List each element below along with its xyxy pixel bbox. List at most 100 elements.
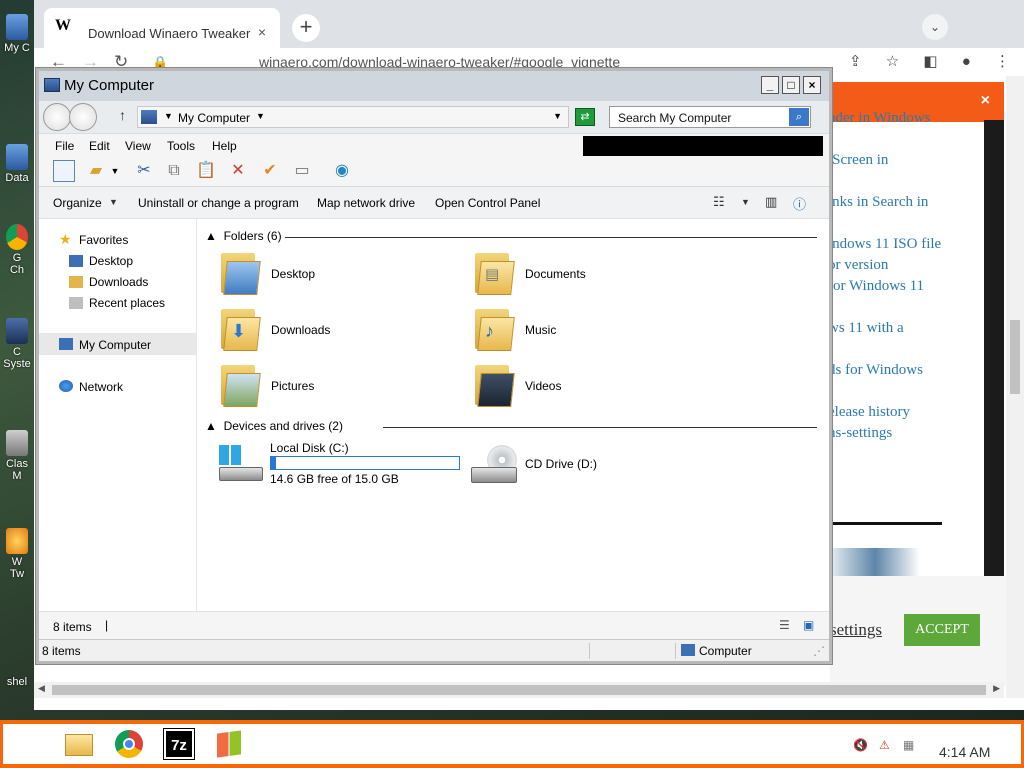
- share-icon[interactable]: ⇪: [849, 53, 862, 70]
- scroll-left-icon[interactable]: ◀: [38, 683, 45, 694]
- search-icon[interactable]: ⌕: [789, 108, 809, 126]
- properties-icon[interactable]: ▭: [291, 160, 313, 182]
- chevron-down-icon[interactable]: ▼: [109, 160, 121, 182]
- address-bar[interactable]: ▼ My Computer ▼ ▼: [137, 106, 569, 128]
- chevron-down-icon[interactable]: ▼: [109, 197, 118, 207]
- nav-item-my-computer[interactable]: My Computer: [79, 338, 151, 352]
- side-panel-icon[interactable]: ◧: [923, 53, 937, 70]
- open-control-panel-button[interactable]: Open Control Panel: [435, 196, 540, 210]
- folder-label[interactable]: Videos: [525, 379, 561, 393]
- collapse-icon[interactable]: ▲: [205, 229, 217, 243]
- desktop-icon-data[interactable]: Data: [0, 144, 34, 184]
- desktop-icon-system[interactable]: C Syste: [0, 318, 34, 370]
- forward-button[interactable]: [69, 103, 97, 131]
- desktop-icon-classic[interactable]: Clas M: [0, 430, 34, 482]
- maximize-button[interactable]: □: [782, 76, 800, 94]
- folder-label[interactable]: Music: [525, 323, 556, 337]
- menu-tools[interactable]: Tools: [167, 139, 195, 153]
- menu-edit[interactable]: Edit: [89, 139, 110, 153]
- paste-icon[interactable]: 📋: [195, 160, 217, 182]
- up-arrow-icon[interactable]: ↑: [119, 107, 126, 123]
- search-input[interactable]: Search My Computer ⌕: [609, 106, 811, 128]
- nav-item-favorites[interactable]: Favorites: [79, 233, 128, 247]
- map-network-drive-button[interactable]: Map network drive: [317, 196, 415, 210]
- nav-item-recent-places[interactable]: Recent places: [89, 296, 165, 310]
- menu-file[interactable]: File: [55, 139, 74, 153]
- explorer-title-bar[interactable]: My Computer _ □ ×: [39, 71, 829, 101]
- devices-group-header[interactable]: ▲ Devices and drives (2): [205, 419, 343, 433]
- menu-view[interactable]: View: [125, 139, 151, 153]
- folder-options-icon[interactable]: ▰: [85, 160, 107, 182]
- check-icon[interactable]: ✔: [259, 160, 281, 182]
- details-view-icon[interactable]: ☰: [779, 618, 790, 632]
- folder-label[interactable]: Pictures: [271, 379, 314, 393]
- desktop-icon-chrome[interactable]: G Ch: [0, 224, 34, 276]
- globe-icon[interactable]: ◉: [331, 160, 353, 182]
- windows-icon[interactable]: [211, 726, 247, 762]
- desktop-icon-shell[interactable]: shel: [0, 676, 34, 688]
- nav-item-desktop[interactable]: Desktop: [89, 254, 133, 268]
- menu-help[interactable]: Help: [212, 139, 237, 153]
- organize-button[interactable]: Organize: [53, 196, 102, 210]
- settings-link[interactable]: settings: [830, 620, 882, 640]
- chevron-down-icon[interactable]: ▼: [741, 197, 750, 207]
- copy-icon[interactable]: ⧉: [163, 160, 185, 182]
- preview-pane-icon[interactable]: ▥: [765, 194, 777, 210]
- article-link[interactable]: or version: [828, 257, 888, 274]
- tiles-view-icon[interactable]: ▣: [803, 618, 814, 632]
- close-button[interactable]: ×: [803, 76, 821, 94]
- scroll-right-icon[interactable]: ▶: [993, 683, 1000, 694]
- desktop-icon-my-computer[interactable]: My C: [0, 14, 34, 54]
- local-disk-icon[interactable]: [219, 445, 263, 485]
- scrollbar-thumb[interactable]: [52, 685, 986, 695]
- profile-avatar-icon[interactable]: ●: [962, 53, 971, 70]
- taskbar-clock[interactable]: 4:14 AM: [939, 744, 990, 760]
- file-explorer-icon[interactable]: [61, 726, 97, 762]
- article-link[interactable]: ds for Windows: [828, 362, 923, 379]
- tab-close-icon[interactable]: ×: [258, 24, 266, 40]
- chevron-down-icon[interactable]: ▼: [256, 111, 265, 121]
- article-link[interactable]: indows 11 ISO file: [828, 236, 941, 253]
- help-icon[interactable]: ⓘ: [793, 194, 806, 213]
- chrome-icon[interactable]: [111, 726, 147, 762]
- nav-item-network[interactable]: Network: [79, 380, 123, 394]
- vertical-scrollbar[interactable]: [1006, 76, 1024, 698]
- article-link[interactable]: nder in Windows: [828, 110, 930, 127]
- scrollbar-thumb[interactable]: [1010, 320, 1020, 394]
- chrome-menu-icon[interactable]: ⋮: [995, 53, 1010, 70]
- close-icon[interactable]: ×: [981, 92, 990, 110]
- folder-music-icon[interactable]: ♪: [475, 307, 515, 351]
- article-link[interactable]: elease history: [828, 404, 910, 421]
- volume-muted-icon[interactable]: 🔇: [853, 738, 868, 752]
- resize-grip-icon[interactable]: ⋰: [813, 644, 825, 658]
- folders-group-header[interactable]: ▲ Folders (6): [205, 229, 282, 243]
- accept-button[interactable]: ACCEPT: [904, 614, 980, 646]
- horizontal-scrollbar[interactable]: ◀ ▶: [34, 682, 1004, 698]
- 7zip-icon[interactable]: 7z: [161, 726, 197, 762]
- article-link[interactable]: ns-settings: [828, 425, 892, 442]
- folder-downloads-icon[interactable]: ⬇: [221, 307, 261, 351]
- uninstall-program-button[interactable]: Uninstall or change a program: [138, 196, 299, 210]
- folder-label[interactable]: Documents: [525, 267, 586, 281]
- article-link[interactable]: tScreen in: [828, 152, 888, 169]
- cd-drive-icon[interactable]: [471, 445, 521, 489]
- minimize-button[interactable]: _: [761, 76, 779, 94]
- ad-banner[interactable]: [830, 548, 920, 578]
- refresh-icon[interactable]: ⇄: [575, 108, 595, 126]
- tab-search-button[interactable]: ⌄: [922, 14, 948, 40]
- local-disk-label[interactable]: Local Disk (C:): [270, 441, 349, 455]
- article-link[interactable]: ws 11 with a: [828, 320, 904, 337]
- chrome-tab[interactable]: W Download Winaero Tweaker ×: [44, 8, 280, 48]
- collapse-icon[interactable]: ▲: [205, 419, 217, 433]
- folder-label[interactable]: Desktop: [271, 267, 315, 281]
- folder-pictures-icon[interactable]: [221, 363, 261, 407]
- new-tab-button[interactable]: +: [292, 14, 320, 42]
- back-button[interactable]: [43, 103, 71, 131]
- folder-videos-icon[interactable]: [475, 363, 515, 407]
- chevron-down-icon[interactable]: ▼: [553, 111, 562, 121]
- folder-documents-icon[interactable]: ▤: [475, 251, 515, 295]
- delete-icon[interactable]: ✕: [227, 160, 249, 182]
- chevron-down-icon[interactable]: ▼: [164, 111, 173, 121]
- article-link[interactable]: for Windows 11: [828, 278, 924, 295]
- cd-drive-label[interactable]: CD Drive (D:): [525, 457, 597, 471]
